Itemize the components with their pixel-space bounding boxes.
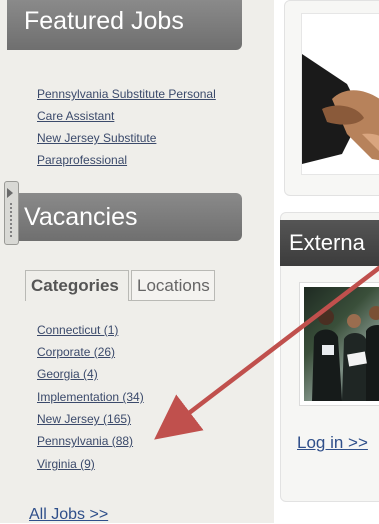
featured-job-link-3[interactable]: New Jersey Substitute bbox=[37, 131, 156, 145]
external-title: Externa bbox=[289, 230, 365, 255]
sidebar-collapse-handle[interactable] bbox=[4, 181, 19, 245]
sidebar: Featured Jobs Pennsylvania Substitute Pe… bbox=[0, 0, 274, 523]
category-link-virginia[interactable]: Virginia (9) bbox=[37, 457, 95, 471]
featured-jobs-header: Featured Jobs bbox=[7, 0, 242, 50]
featured-job-link-4[interactable]: Paraprofessional bbox=[37, 153, 127, 167]
vacancy-tabs: Categories Locations bbox=[25, 268, 215, 301]
category-link-georgia[interactable]: Georgia (4) bbox=[37, 367, 98, 381]
handshake-illustration bbox=[302, 54, 379, 164]
category-link-implementation[interactable]: Implementation (34) bbox=[37, 390, 144, 404]
grip-icon bbox=[9, 202, 14, 238]
all-jobs-link[interactable]: All Jobs >> bbox=[29, 506, 108, 524]
featured-job-link-2[interactable]: Care Assistant bbox=[37, 109, 114, 123]
vacancies-header: Vacancies bbox=[7, 193, 242, 241]
featured-jobs-title: Featured Jobs bbox=[24, 7, 184, 35]
external-header: Externa bbox=[280, 220, 379, 266]
tab-categories[interactable]: Categories bbox=[25, 270, 129, 301]
category-link-connecticut[interactable]: Connecticut (1) bbox=[37, 323, 118, 337]
tab-locations[interactable]: Locations bbox=[131, 270, 215, 300]
expand-arrow-icon bbox=[7, 188, 13, 198]
vacancies-title: Vacancies bbox=[24, 203, 138, 231]
category-link-pennsylvania[interactable]: Pennsylvania (88) bbox=[37, 434, 133, 448]
business-people-illustration bbox=[312, 306, 379, 401]
login-link[interactable]: Log in >> bbox=[297, 433, 368, 453]
category-link-new-jersey[interactable]: New Jersey (165) bbox=[37, 412, 131, 426]
business-people-photo bbox=[299, 282, 379, 406]
handshake-image bbox=[301, 13, 379, 175]
main-content: Externa Log in >> bbox=[274, 0, 379, 523]
featured-image-card bbox=[284, 0, 379, 196]
featured-job-link-1[interactable]: Pennsylvania Substitute Personal bbox=[37, 87, 216, 101]
category-link-corporate[interactable]: Corporate (26) bbox=[37, 345, 115, 359]
